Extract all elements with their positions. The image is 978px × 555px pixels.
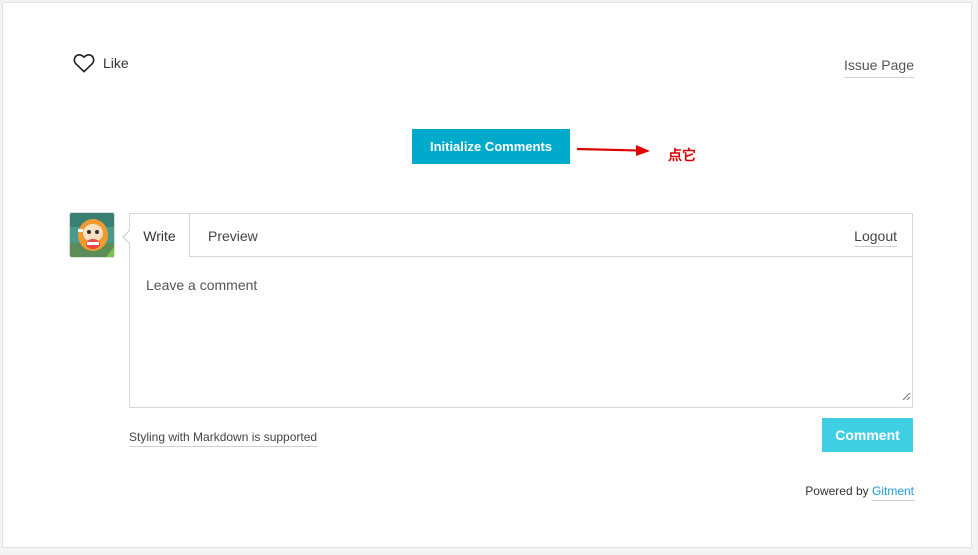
comment-submit-button[interactable]: Comment [822, 418, 913, 452]
comment-textarea[interactable] [130, 257, 912, 407]
avatar[interactable] [70, 213, 114, 257]
initialize-comments-button[interactable]: Initialize Comments [412, 129, 570, 164]
tab-preview[interactable]: Preview [208, 228, 258, 244]
editor-tabs: Write Preview Logout [130, 214, 912, 257]
resize-handle-icon[interactable] [902, 388, 911, 406]
issue-page-link[interactable]: Issue Page [843, 57, 914, 78]
comment-editor: Write Preview Logout [129, 213, 913, 408]
powered-by: Powered by Gitment [805, 484, 914, 501]
heart-icon [73, 53, 95, 73]
gitment-link[interactable]: Gitment [871, 484, 914, 501]
editor-pointer-fill [124, 230, 131, 244]
tab-write[interactable]: Write [130, 214, 190, 257]
powered-by-label: Powered by [805, 484, 869, 498]
annotation-text: 点它 [668, 148, 696, 164]
like-label: Like [103, 55, 129, 71]
logout-link[interactable]: Logout [854, 228, 897, 247]
like-button[interactable]: Like [73, 53, 129, 73]
markdown-help-link[interactable]: Styling with Markdown is supported [129, 430, 318, 447]
red-arrow-icon [576, 143, 652, 162]
